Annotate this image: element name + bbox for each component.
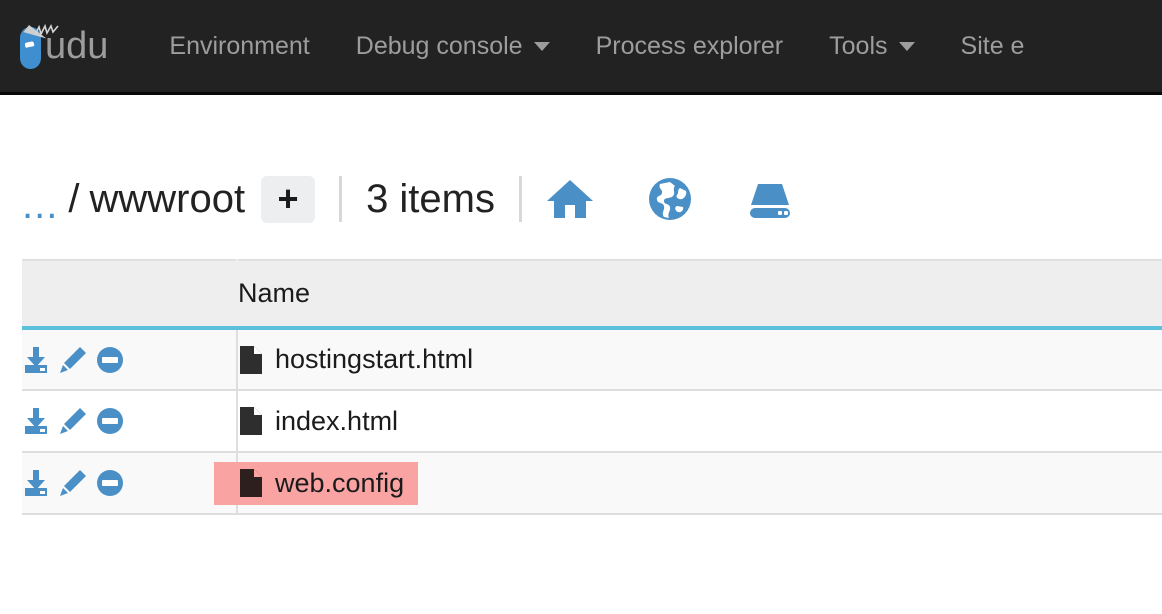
file-name: web.config	[275, 467, 405, 498]
nav-item-label: Site e	[960, 31, 1025, 60]
nav-item-process-explorer[interactable]: Process explorer	[573, 0, 807, 92]
kudu-knife-logo	[18, 23, 59, 69]
nav-item-tools[interactable]: Tools	[806, 0, 937, 92]
delete-minus-circle-icon[interactable]	[96, 346, 124, 374]
nav-item-debug-console[interactable]: Debug console	[333, 0, 573, 92]
add-file-button[interactable]: +	[261, 175, 316, 223]
home-icon[interactable]	[546, 175, 594, 223]
table-header-row: Name	[22, 259, 1162, 330]
delete-minus-circle-icon[interactable]	[96, 407, 124, 435]
breadcrumb-separator: /	[68, 176, 80, 221]
row-actions-cell	[22, 390, 238, 453]
row-actions	[22, 346, 236, 374]
nav-item-environment[interactable]: Environment	[146, 0, 332, 92]
nav-item-label: Tools	[829, 31, 888, 60]
row-name-cell: hostingstart.html	[237, 328, 1162, 391]
nav-item-label: Debug console	[355, 31, 523, 60]
file-link-selected[interactable]: web.config	[214, 461, 419, 505]
download-icon[interactable]	[22, 469, 50, 497]
file-name: index.html	[275, 405, 399, 436]
row-actions	[22, 407, 236, 435]
row-actions-cell	[22, 452, 238, 515]
table-row[interactable]: web.config	[22, 452, 1162, 515]
item-count-label: 3 items	[366, 177, 495, 221]
file-link[interactable]: hostingstart.html	[238, 342, 475, 377]
divider	[339, 176, 343, 222]
row-actions	[22, 469, 236, 497]
breadcrumb: ... / wwwroot + 3 items	[0, 158, 1162, 240]
table-header: Name	[22, 259, 1162, 330]
file-icon	[240, 469, 262, 497]
nav-item-label: Process explorer	[595, 31, 784, 60]
row-name-cell: index.html	[237, 390, 1162, 453]
hard-drive-icon[interactable]	[746, 175, 794, 223]
nav-item-site-extensions[interactable]: Site e	[938, 0, 1048, 92]
breadcrumb-current-folder: wwwroot	[89, 177, 246, 221]
table-row[interactable]: index.html	[22, 390, 1162, 453]
column-header-name: Name	[237, 259, 1162, 330]
file-icon	[240, 345, 262, 374]
file-list-table: Name hostingstart.html index.html web.co…	[22, 259, 1162, 515]
chevron-down-icon	[533, 41, 550, 51]
edit-pencil-icon[interactable]	[59, 346, 87, 374]
row-name-cell: web.config	[214, 452, 1162, 515]
file-name: hostingstart.html	[275, 344, 474, 374]
kudu-brand-logo[interactable]: udu	[18, 0, 108, 92]
top-navbar: udu Environment Debug console Process ex…	[0, 0, 1162, 95]
breadcrumb-toolbar	[546, 175, 794, 223]
edit-pencil-icon[interactable]	[59, 407, 87, 435]
globe-icon[interactable]	[646, 175, 694, 223]
table-row[interactable]: hostingstart.html	[22, 328, 1162, 391]
download-icon[interactable]	[22, 346, 50, 374]
chevron-down-icon	[898, 41, 915, 51]
nav-item-label: Environment	[169, 31, 310, 60]
download-icon[interactable]	[22, 407, 50, 435]
edit-pencil-icon[interactable]	[59, 469, 87, 497]
file-icon	[240, 407, 262, 435]
file-link[interactable]: index.html	[238, 404, 400, 439]
row-actions-cell	[22, 328, 238, 391]
delete-minus-circle-icon[interactable]	[96, 469, 124, 497]
table-body: hostingstart.html index.html web.config	[22, 328, 1162, 515]
divider	[519, 176, 522, 222]
column-header-actions	[22, 259, 238, 330]
breadcrumb-parent-link[interactable]: ...	[22, 185, 58, 225]
